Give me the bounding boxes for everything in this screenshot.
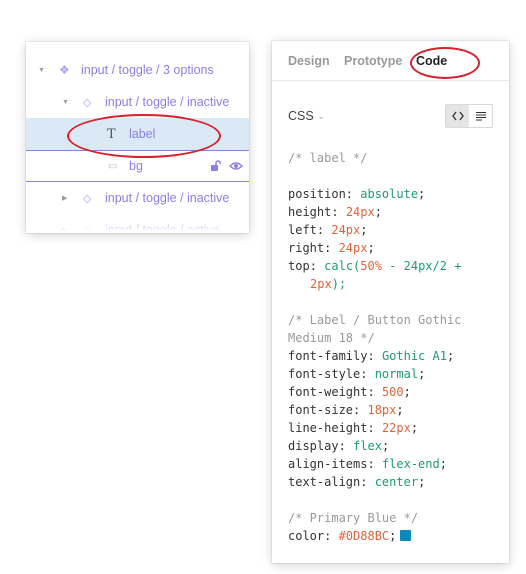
- layer-label: bg: [129, 159, 143, 173]
- code-line-right: right: 24px;: [288, 241, 375, 255]
- code-line-font-family: font-family: Gothic A1;: [288, 349, 455, 363]
- code-function-close: );: [331, 277, 347, 291]
- code-value: #0D88BC: [338, 529, 390, 543]
- layer-label: label: [129, 127, 156, 141]
- code-prop: font-family: [288, 349, 368, 363]
- code-value: 24px: [338, 241, 368, 255]
- code-prop: line-height: [288, 421, 368, 435]
- code-operator: - 24px/2 +: [381, 259, 469, 273]
- code-line-display: display: flex;: [288, 439, 390, 453]
- code-comment: Medium 18 */: [288, 331, 375, 345]
- code-prop: position: [288, 187, 346, 201]
- code-value: 18px: [367, 403, 397, 417]
- code-line-line-height: line-height: 22px;: [288, 421, 419, 435]
- layers-panel: ▼ ◇ ▼ ❖ input / toggle / 3 options ▼ ◇ i…: [26, 42, 249, 233]
- rectangle-layer-icon: ▭: [108, 160, 118, 172]
- code-value: 2px: [310, 277, 332, 291]
- collapse-caret-icon[interactable]: ▼: [62, 42, 69, 44]
- code-value: center: [374, 475, 419, 489]
- code-prop: right: [288, 241, 325, 255]
- color-swatch[interactable]: [400, 530, 412, 541]
- language-select-value: CSS: [288, 109, 314, 123]
- code-prop: left: [288, 223, 317, 237]
- code-line-align-items: align-items: flex-end;: [288, 457, 447, 471]
- code-comment: /* Primary Blue */: [288, 511, 419, 525]
- inspector-tabs: Design Prototype Code: [272, 41, 509, 81]
- code-prop: height: [288, 205, 332, 219]
- code-value: 22px: [381, 421, 411, 435]
- code-line-top: top: calc(50% - 24px/2 +: [288, 259, 469, 273]
- instance-icon: ◇: [84, 42, 92, 47]
- text-layer-icon: T: [107, 126, 116, 142]
- code-view-toggle: [445, 104, 493, 128]
- list-view-icon[interactable]: [469, 105, 492, 127]
- eye-icon[interactable]: [229, 160, 243, 174]
- instance-icon: ◇: [83, 96, 92, 109]
- layer-row-component-set[interactable]: ▼ ❖ input / toggle / 3 options: [26, 54, 249, 86]
- language-select[interactable]: CSS ⌄: [288, 109, 324, 123]
- code-prop: font-size: [288, 403, 354, 417]
- layer-label: input / toggle / 3 options: [81, 63, 214, 77]
- code-line-text-align: text-align: center;: [288, 475, 426, 489]
- code-line-font-size: font-size: 18px;: [288, 403, 404, 417]
- instance-icon: ◇: [83, 224, 92, 234]
- code-line-height: height: 24px;: [288, 205, 382, 219]
- code-value: flex: [353, 439, 382, 453]
- code-value: 500: [381, 385, 404, 399]
- layer-row-bg[interactable]: ▭ bg: [26, 150, 249, 182]
- css-code-block: /* label */ position: absolute; height: …: [288, 149, 502, 545]
- code-value: Gothic A1: [381, 349, 447, 363]
- layer-row-instance-active[interactable]: ▶ ◇ input / toggle / active: [26, 214, 249, 233]
- collapse-caret-icon[interactable]: ▼: [38, 67, 45, 74]
- layer-row-instance-inactive[interactable]: ▼ ◇ input / toggle / inactive: [26, 86, 249, 118]
- code-prop: align-items: [288, 457, 368, 471]
- code-value: 24px: [345, 205, 375, 219]
- layer-label: input / toggle / inactive: [105, 191, 230, 205]
- code-line-color: color: #0D88BC;: [288, 527, 502, 545]
- code-prop: font-weight: [288, 385, 368, 399]
- tab-design[interactable]: Design: [288, 54, 330, 68]
- chevron-down-icon: ⌄: [317, 111, 325, 121]
- code-value: 50%: [360, 259, 382, 273]
- code-function: calc(: [324, 259, 361, 273]
- collapse-caret-icon[interactable]: ▼: [62, 99, 69, 106]
- code-value: flex-end: [381, 457, 440, 471]
- code-line-font-weight: font-weight: 500;: [288, 385, 411, 399]
- code-prop: text-align: [288, 475, 361, 489]
- code-value: normal: [374, 367, 419, 381]
- tab-prototype[interactable]: Prototype: [344, 54, 402, 68]
- unlock-icon[interactable]: [210, 159, 221, 175]
- code-comment: /* Label / Button Gothic: [288, 313, 462, 327]
- code-line-position: position: absolute;: [288, 187, 426, 201]
- code-view-icon[interactable]: [446, 105, 469, 127]
- code-prop: top: [288, 259, 310, 273]
- tab-code[interactable]: Code: [416, 54, 447, 68]
- code-line-font-style: font-style: normal;: [288, 367, 426, 381]
- code-line-left: left: 24px;: [288, 223, 368, 237]
- layer-label: input / toggle / active: [105, 223, 220, 233]
- component-set-icon: ❖: [59, 63, 70, 77]
- code-prop: color: [288, 529, 325, 543]
- layer-label: input / toggle / inactive: [105, 95, 230, 109]
- code-value: absolute: [360, 187, 419, 201]
- instance-icon: ◇: [83, 192, 92, 205]
- code-line-top-cont: 2px);: [288, 275, 502, 293]
- code-prop: font-style: [288, 367, 361, 381]
- inspector-panel: Design Prototype Code CSS ⌄ /* label */ …: [272, 41, 509, 563]
- code-value: 24px: [331, 223, 361, 237]
- code-prop: display: [288, 439, 339, 453]
- layer-row-actions: [210, 151, 243, 183]
- expand-caret-icon[interactable]: ▶: [62, 194, 67, 202]
- expand-caret-icon[interactable]: ▶: [62, 226, 67, 233]
- layer-row-instance-inactive-2[interactable]: ▶ ◇ input / toggle / inactive: [26, 182, 249, 214]
- code-comment: /* label */: [288, 151, 368, 165]
- layer-row-label-selected[interactable]: T label: [26, 118, 249, 150]
